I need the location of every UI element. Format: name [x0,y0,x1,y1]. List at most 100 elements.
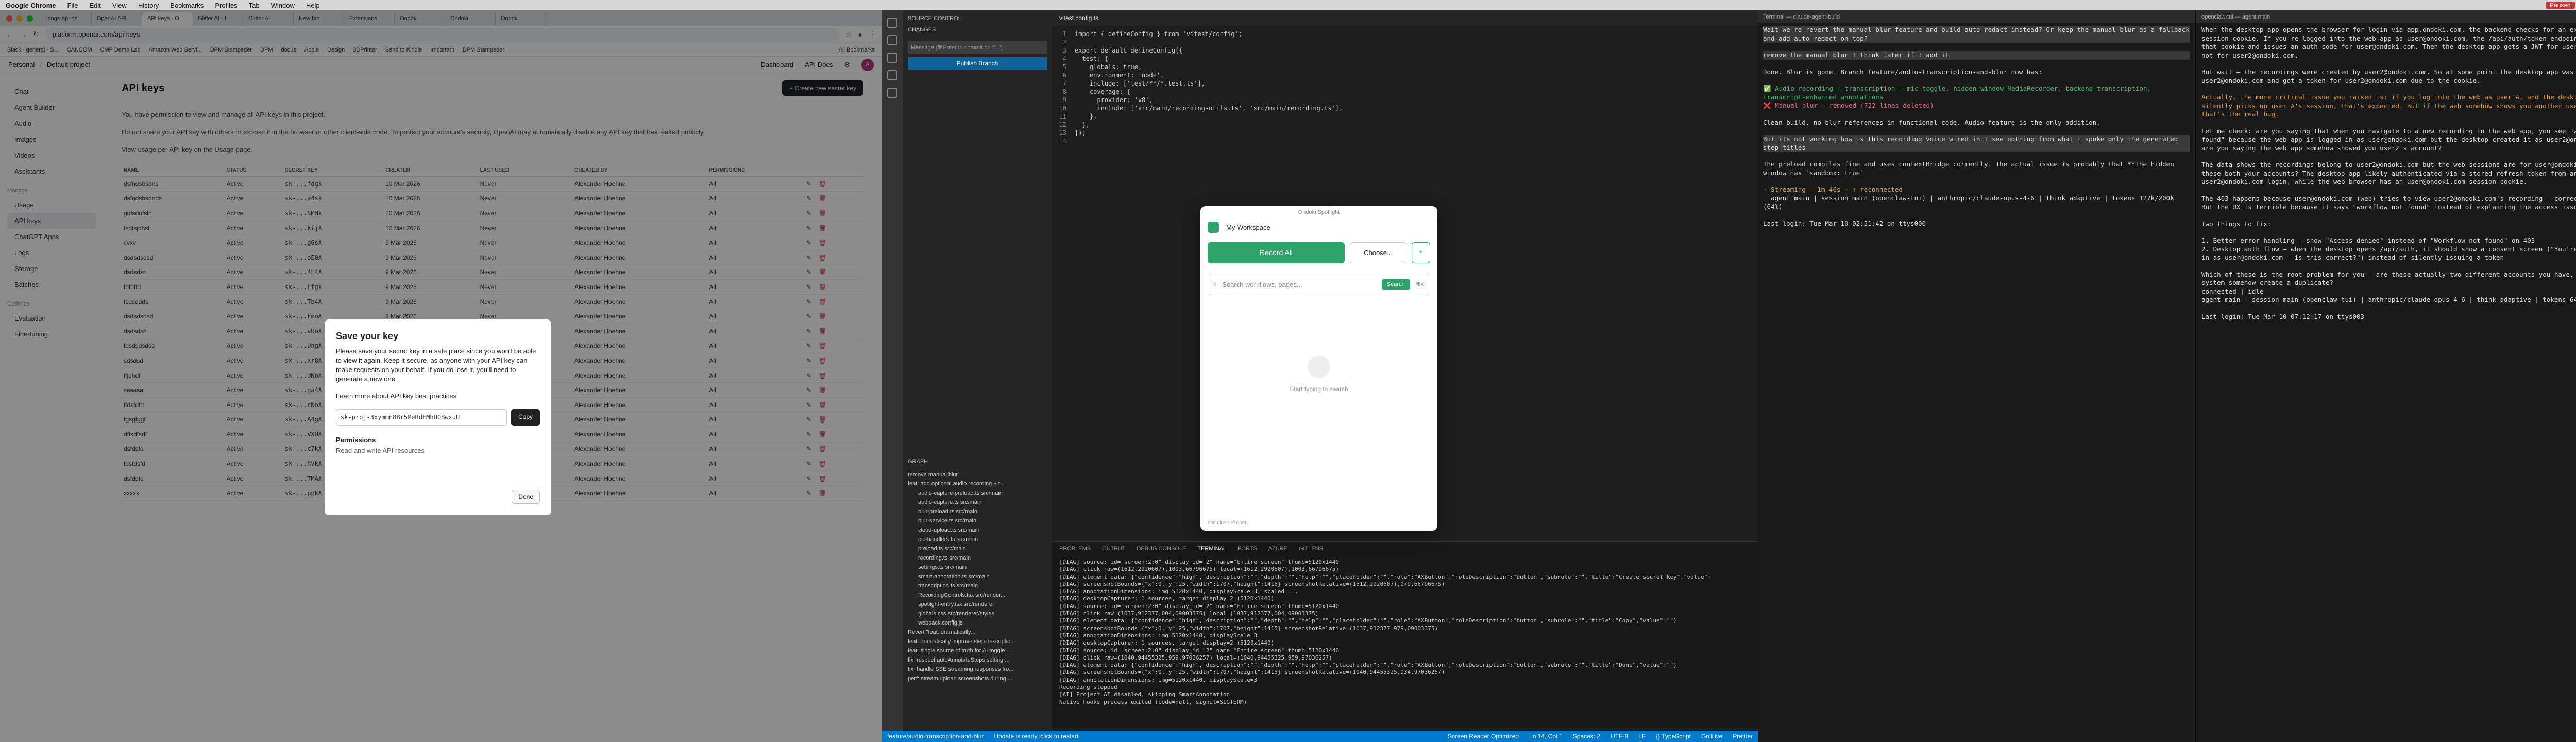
graph-entry[interactable]: feat: single source of truth for AI togg… [903,646,1052,655]
status-item[interactable]: Go Live [1701,733,1722,740]
terminal-line: [DIAG] click raw=(1040,94455325,959,9703… [1059,654,1332,661]
graph-entry[interactable]: settings.ts src/main [903,563,1052,572]
terminal-tab[interactable]: AZURE [1268,546,1287,552]
menu-item[interactable]: File [62,2,84,9]
graph-entry[interactable]: fix: respect autoAnnotateSteps setting .… [903,655,1052,665]
terminal-line: [DIAG] click raw=(1037,912377,004,090033… [1059,610,1319,617]
status-item[interactable]: Screen Reader Optimized [1448,733,1519,740]
paused-badge[interactable]: Paused [2546,2,2575,9]
terminal-line: · Streaming — 1m 46s · ↑ reconnected [1763,185,1903,193]
status-item[interactable]: {} TypeScript [1656,733,1691,740]
terminal-line: agent main | session main (openclaw-tui)… [2201,296,2576,303]
graph-entry[interactable]: cloud-upload.ts src/main [903,526,1052,535]
status-item[interactable]: LF [1638,733,1646,740]
graph-entry[interactable]: audio-capture-preload.ts src/main [903,488,1052,498]
graph-entry[interactable]: RecordingControls.tsx src/render... [903,591,1052,600]
terminal-line: agent main | session main (openclaw-tui)… [1763,194,2178,211]
best-practices-link[interactable]: Learn more about API key best practices [336,392,540,400]
explorer-icon[interactable] [887,18,897,28]
code-line: 13}); [1052,129,1758,137]
terminal-panel: PROBLEMS OUTPUT DEBUG CONSOLE TERMINAL PORTS… [1052,541,1758,728]
graph-entry[interactable]: Revert "feat: dramatically... [903,628,1052,637]
terminal-mid-output[interactable]: Wait we re revert the manual blur featur… [1758,23,2195,231]
run-debug-icon[interactable] [887,70,897,80]
terminal-tab[interactable]: PORTS [1238,546,1257,552]
terminal-line: Last login: Tue Mar 10 07:12:17 on ttys0… [2201,312,2365,321]
publish-branch-button[interactable]: Publish Branch [908,57,1047,70]
line-number: 1 [1062,30,1066,38]
branch-status[interactable]: feature/audio-transcription-and-blur [887,733,984,740]
terminal-line: [DIAG] source: id="screen:2:0" display_i… [1059,559,1340,565]
terminal-tab[interactable]: GITLENS [1299,546,1323,552]
add-button[interactable]: + [1412,242,1430,263]
menu-item[interactable]: Google Chrome [0,2,62,9]
status-item[interactable]: Ln 14, Col 1 [1529,733,1563,740]
code-line: 3 export default defineConfig({ [1052,46,1758,55]
terminal-line: Recording stopped [1059,684,1117,691]
graph-entry[interactable]: audio-capture.ts src/main [903,498,1052,507]
graph-entry[interactable]: ipc-handlers.ts src/main [903,535,1052,544]
graph-entry[interactable]: perf: stream upload screenshots during .… [903,674,1052,683]
graph-entry[interactable]: blur-service.ts src/main [903,516,1052,526]
terminal-line: Two things to fix: [2201,220,2272,228]
terminal-tab[interactable]: PROBLEMS [1059,546,1091,552]
menu-item[interactable]: Help [300,2,326,9]
code-area[interactable]: 1 import { defineConfig } from 'vitest/co… [1052,26,1758,149]
modal-title: Save your key [336,331,399,341]
graph-entry[interactable]: feat: dramatically improve step descript… [903,637,1052,646]
menu-item[interactable]: Tab [243,2,265,9]
graph-entry[interactable]: transcription.ts src/main [903,581,1052,591]
terminal-line: 2. Desktop auth flow — when the desktop … [2201,245,2576,262]
spotlight-footer: esc close ⏎ open [1208,520,1248,526]
graph-entry[interactable]: recording.ts src/main [903,553,1052,563]
terminal-tab[interactable]: TERMINAL [1197,546,1226,552]
changes-header[interactable]: CHANGES [903,27,1052,38]
graph-entry[interactable]: blur-preload.ts src/main [903,507,1052,516]
status-item[interactable]: Prettier [1733,733,1753,740]
graph-entry[interactable]: spotlight-entry.tsx src/renderer [903,600,1052,609]
graph-entry[interactable]: webpack.config.js [903,618,1052,628]
menu-item[interactable]: View [107,2,132,9]
terminal-line: Wait we re revert the manual blur featur… [1763,26,2194,43]
record-all-button[interactable]: Record All [1208,242,1345,263]
line-number: 5 [1062,63,1066,71]
source-control-icon[interactable] [887,53,897,63]
status-item[interactable]: UTF-8 [1611,733,1628,740]
status-item[interactable]: Spaces: 2 [1573,733,1600,740]
graph-entry[interactable]: feat: add optional audio recording + t..… [903,479,1052,488]
graph-entry[interactable]: remove manual blur [903,470,1052,479]
menu-item[interactable]: Profiles [209,2,243,9]
line-number: 13 [1059,129,1066,137]
code-line: 5 globals: true, [1052,63,1758,71]
graph-entry[interactable]: fix: handle SSE streaming responses fro.… [903,665,1052,674]
secret-key-field[interactable]: sk-proj-3xymmn8Br5MeRdFMhUOBwxuU [336,409,507,426]
extensions-icon[interactable] [887,88,897,98]
terminal-output[interactable]: [DIAG] source: id="screen:2:0" display_i… [1052,556,1758,708]
copy-button[interactable]: Copy [511,409,540,426]
workspace-select[interactable]: My Workspace [1226,224,1270,231]
terminal-line: remove the manual blur I think later if … [1763,51,2190,60]
menu-item[interactable]: Window [265,2,300,9]
graph-entry[interactable]: preload.ts src/main [903,544,1052,553]
update-status[interactable]: Update is ready, click to restart [994,733,1078,740]
terminal-right-output[interactable]: When the desktop app opens the browser f… [2196,23,2576,324]
search-icon[interactable] [887,35,897,45]
commit-message-input[interactable]: Message (⌘Enter to commit on 'f...') [908,41,1047,54]
terminal-tab[interactable]: DEBUG CONSOLE [1137,546,1186,552]
permissions-text: Read and write API resources [336,447,425,454]
menu-item[interactable]: Bookmarks [164,2,209,9]
terminal-line: [DIAG] annotationDimensions: img=5120x14… [1059,676,1258,683]
graph-entry[interactable]: globals.css src/renderer/styles [903,609,1052,618]
menu-item[interactable]: History [132,2,164,9]
menu-item[interactable]: Edit [83,2,106,9]
graph-entry[interactable]: smart-annotation.ts src/main [903,572,1052,581]
editor-tab[interactable]: vitest.config.ts [1052,10,1758,26]
git-graph: GRAPH remove manual blur feat: add option… [903,453,1052,683]
line-number: 8 [1062,88,1066,95]
search-button[interactable]: Search [1381,279,1410,290]
choose-button[interactable]: Choose... [1350,242,1406,263]
terminal-tab[interactable]: OUTPUT [1102,546,1125,552]
done-button[interactable]: Done [512,490,540,504]
spotlight-search-input[interactable]: Search workflows, pages... [1222,281,1302,289]
